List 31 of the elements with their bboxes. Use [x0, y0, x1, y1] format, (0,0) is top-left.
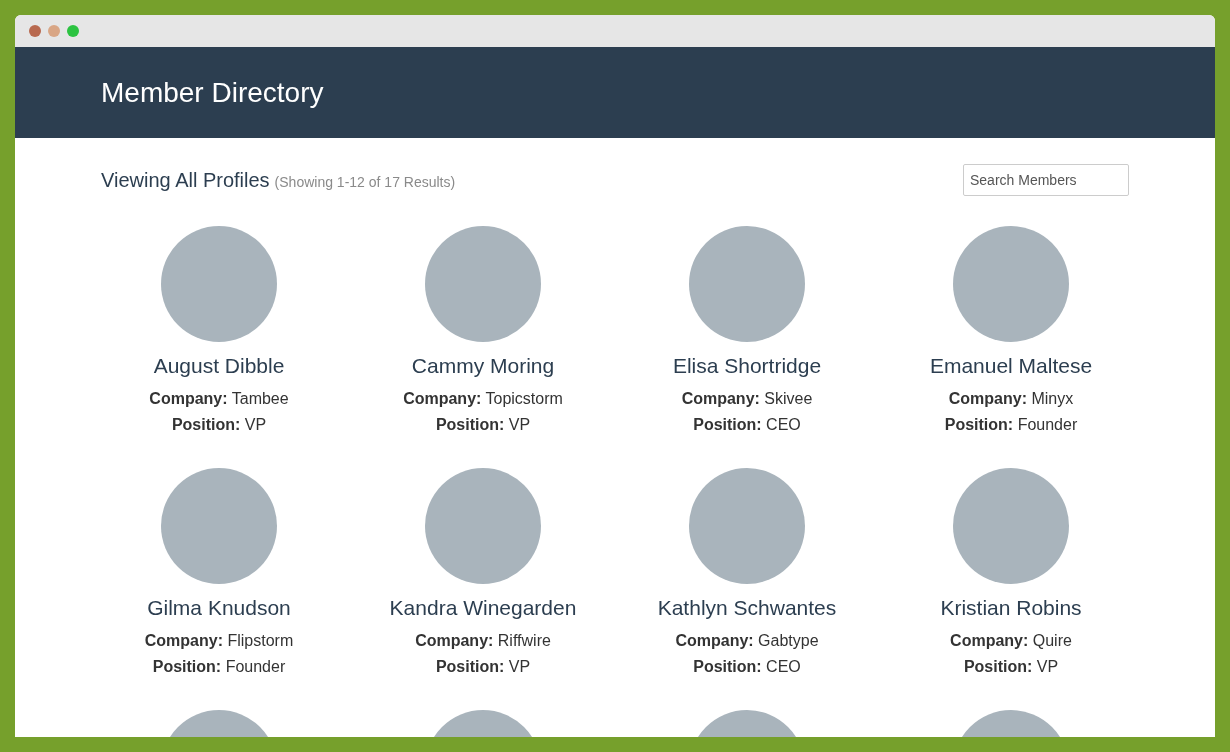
member-name[interactable]: Emanuel Maltese — [929, 354, 1093, 378]
company-text: Company: Tambee — [149, 389, 289, 409]
company-text: Company: Skivee — [681, 389, 813, 409]
page-title: Member Directory — [101, 76, 324, 109]
member-name[interactable]: August Dibble — [153, 354, 285, 378]
company-text: Company: Topicstorm — [403, 389, 563, 409]
position-text: Position: VP — [435, 415, 531, 435]
position-text: Position: CEO — [693, 657, 801, 677]
company-text: Company: Gabtype — [675, 631, 819, 651]
position-text: Position: VP — [963, 657, 1059, 677]
member-name[interactable]: Kathlyn Schwantes — [657, 596, 837, 620]
member-name[interactable]: Gilma Knudson — [147, 596, 291, 620]
maximize-button[interactable] — [67, 25, 79, 37]
position-text: Position: VP — [435, 657, 531, 677]
member-name[interactable]: Elisa Shortridge — [672, 354, 822, 378]
position-text: Position: Founder — [152, 657, 286, 677]
search-field[interactable]: Search Members — [963, 164, 1129, 196]
section-heading: Viewing All Profiles — [101, 168, 270, 192]
member-name[interactable]: Cammy Moring — [411, 354, 555, 378]
company-text: Company: Riffwire — [415, 631, 551, 651]
member-name[interactable]: Kandra Winegarden — [389, 596, 577, 620]
minimize-button[interactable] — [48, 25, 60, 37]
company-text: Company: Quire — [950, 631, 1072, 651]
results-count: (Showing 1-12 of 17 Results) — [274, 173, 456, 190]
company-text: Company: Minyx — [948, 389, 1074, 409]
position-text: Position: CEO — [693, 415, 801, 435]
position-text: Position: Founder — [944, 415, 1078, 435]
company-text: Company: Flipstorm — [144, 631, 294, 651]
member-name[interactable]: Kristian Robins — [940, 596, 1082, 620]
close-button[interactable] — [29, 25, 41, 37]
position-text: Position: VP — [171, 415, 267, 435]
